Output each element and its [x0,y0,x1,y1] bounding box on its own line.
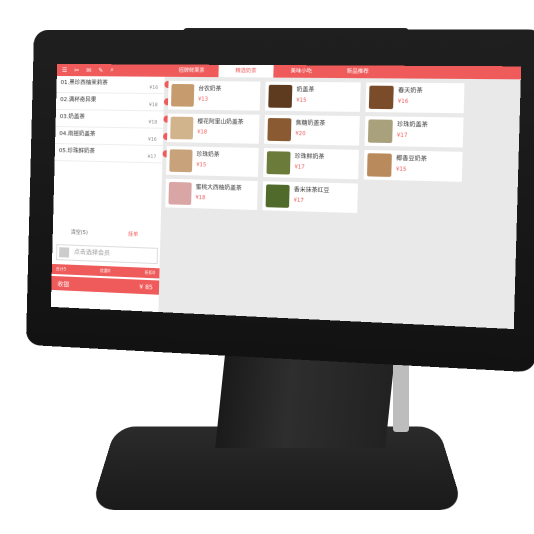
member-select-button[interactable]: 点击选择会员 [56,244,158,264]
product-name: 台农奶茶 [198,84,221,92]
product-image [266,184,290,207]
product-card[interactable]: 珍珠鲜奶茶 ¥17 [263,148,359,179]
category-tabs: 招牌鲜果茶 精选奶茶 美味小吃 新品推荐 [165,65,522,80]
product-image [170,117,193,140]
tab-selected-milk-tea[interactable]: 精选奶茶 [218,65,273,78]
product-image [266,151,290,174]
message-icon[interactable]: ✉ [86,67,91,74]
product-price: ¥18 [195,195,241,202]
product-price: ¥20 [295,131,325,138]
search-icon[interactable]: ⌕ [110,66,114,74]
product-price: ¥17 [397,133,428,140]
product-price: ¥16 [398,99,423,106]
order-actions: 清空(5) 挂单 [53,226,161,242]
product-name: 奶盖茶 [296,85,314,94]
product-card[interactable]: 椰香豆奶茶 ¥15 [364,150,463,182]
order-item[interactable]: 04.雨摇奶盖茶 ¥16 [55,127,163,146]
product-price: ¥17 [293,198,329,205]
product-card[interactable]: 春天奶茶 ¥16 [365,82,464,113]
product-card[interactable]: 樱花阿里山奶盖茶 ¥18 [167,114,260,144]
scissors-icon[interactable]: ✂ [74,67,79,74]
product-card[interactable]: 焦糖奶盖茶 ¥20 [264,115,360,146]
product-name: 椰香豆奶茶 [396,154,427,163]
product-name: 珍珠鲜奶茶 [295,152,325,161]
order-item[interactable]: 03.奶盖茶 ¥18 [56,110,164,129]
order-item[interactable]: 02.满杯奇异果 ¥18 [56,93,164,111]
order-total: ¥ 85 [139,283,153,291]
screen: ☰ ✂ ✉ ✎ ⌕ 01.黑珍西柚茉莉茶 ¥16 02.满杯奇异果 ¥18 03… [51,64,521,329]
order-panel: ☰ ✂ ✉ ✎ ⌕ 01.黑珍西柚茉莉茶 ¥16 02.满杯奇异果 ¥18 03… [51,64,165,312]
product-image [168,182,191,205]
product-price: ¥18 [197,129,243,136]
tab-snacks[interactable]: 美味小吃 [273,65,329,78]
clear-order-button[interactable]: 清空(5) [53,226,107,240]
product-price: ¥15 [196,162,219,169]
product-name: 樱花阿里山奶盖茶 [197,117,243,126]
product-price: ¥15 [396,166,427,173]
product-card[interactable]: 蜜桃大西柚奶盖茶 ¥18 [165,179,258,210]
product-price: ¥17 [294,164,324,171]
product-name: 蜜桃大西柚奶盖茶 [196,183,242,192]
menu-panel: 招牌鲜果茶 精选奶茶 美味小吃 新品推荐 台农奶茶 ¥13 奶盖茶 ¥15 春天奶茶 ¥1… [158,65,521,330]
product-name: 珍珠奶茶 [197,150,220,159]
hold-order-button[interactable]: 挂单 [106,228,161,242]
product-card[interactable]: 珍珠奶盖茶 ¥17 [365,116,464,147]
product-name: 春天奶茶 [398,86,423,95]
product-price: ¥13 [198,96,221,102]
product-price: ¥15 [296,98,314,104]
product-card[interactable]: 台农奶茶 ¥13 [168,81,261,111]
product-name: 珍珠奶盖茶 [397,120,428,129]
product-image [369,86,394,110]
menu-icon[interactable]: ☰ [62,67,68,74]
edit-icon[interactable]: ✎ [98,67,103,74]
product-image [171,84,194,107]
pos-terminal: ☰ ✂ ✉ ✎ ⌕ 01.黑珍西柚茉莉茶 ¥16 02.满杯奇异果 ¥18 03… [0,0,534,534]
product-card[interactable]: 香米抹茶红豆 ¥17 [262,181,358,213]
order-list: 01.黑珍西柚茉莉茶 ¥16 02.满杯奇异果 ¥18 03.奶盖茶 ¥18 0… [55,76,165,163]
order-toolbar: ☰ ✂ ✉ ✎ ⌕ [57,64,165,77]
member-icon [59,247,69,257]
order-item[interactable]: 01.黑珍西柚茉莉茶 ¥16 [56,76,164,94]
product-image [368,119,393,143]
product-image [367,153,392,177]
product-name: 香米抹茶红豆 [294,185,330,194]
order-item[interactable]: 05.珍珠鲜奶茶 ¥17 [55,144,163,163]
product-image [268,85,292,108]
product-card[interactable]: 奶盖茶 ¥15 [265,82,361,112]
product-image [267,118,291,141]
tab-signature-fruit-tea[interactable]: 招牌鲜果茶 [165,65,219,78]
product-grid: 台农奶茶 ¥13 奶盖茶 ¥15 春天奶茶 ¥16 樱花阿里山奶盖茶 ¥18 焦糖奶盖茶 ¥20 珍… [165,81,517,218]
checkout-button[interactable]: 收银 ¥ 85 [51,276,159,295]
product-card[interactable]: 珍珠奶茶 ¥15 [166,146,259,177]
product-image [169,149,192,172]
product-name: 焦糖奶盖茶 [296,118,326,127]
tab-new-items[interactable]: 新品推荐 [329,65,386,78]
